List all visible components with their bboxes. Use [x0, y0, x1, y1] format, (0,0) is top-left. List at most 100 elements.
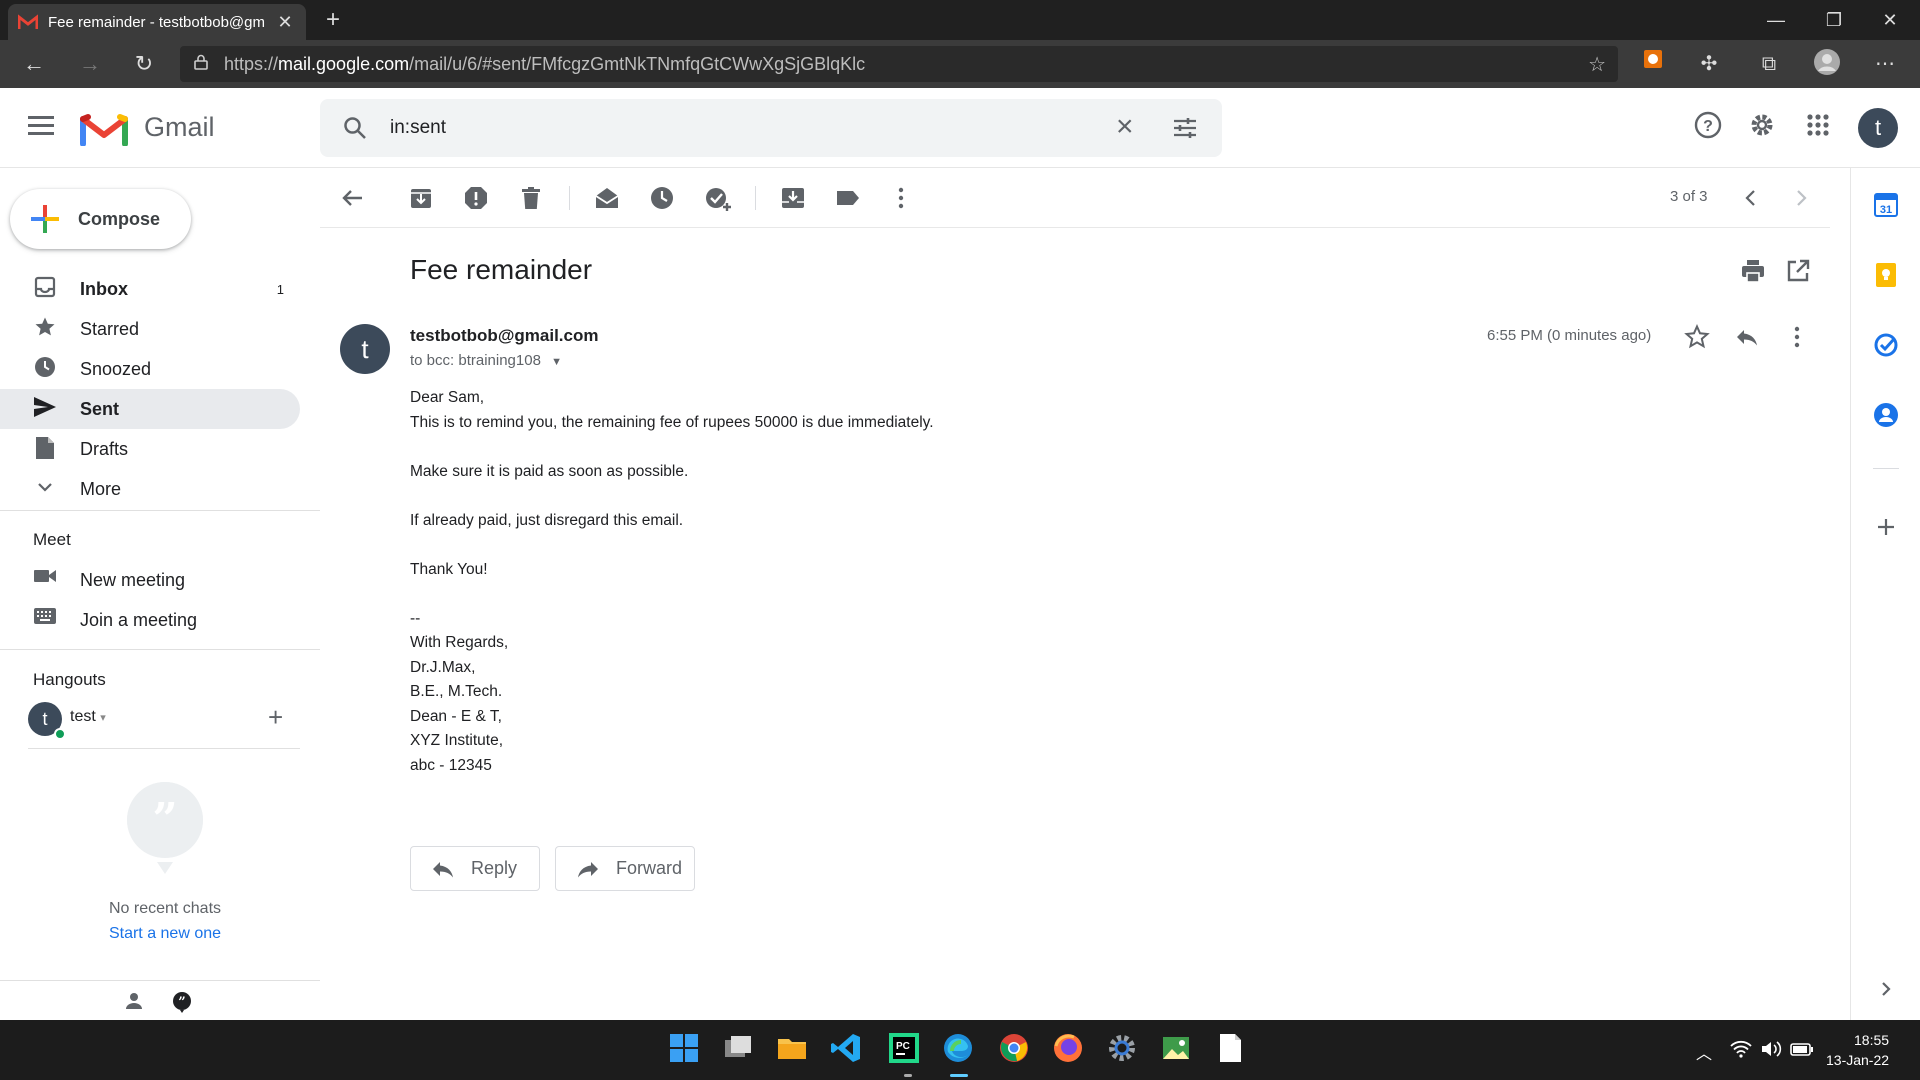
keep-icon[interactable]: [1873, 262, 1899, 288]
newer-chevron-left-icon[interactable]: [1738, 185, 1764, 211]
mark-unread-icon[interactable]: [594, 185, 620, 211]
settings-app-icon[interactable]: [1106, 1032, 1142, 1068]
move-to-icon[interactable]: [780, 185, 806, 211]
tasks-icon[interactable]: [1873, 332, 1899, 358]
recipients-dropdown-icon[interactable]: ▼: [551, 356, 562, 368]
chrome-icon[interactable]: [998, 1032, 1034, 1068]
sender-email[interactable]: testbotbob@gmail.com: [410, 326, 598, 346]
notepad-icon[interactable]: [1214, 1032, 1250, 1068]
windows-taskbar: PC ︿ 18:55 13-Jan-22: [0, 1020, 1920, 1080]
more-options-vertical-icon[interactable]: [888, 185, 914, 211]
start-new-chat-link[interactable]: Start a new one: [0, 925, 330, 943]
label-icon[interactable]: [835, 185, 861, 211]
sidebar-item-drafts[interactable]: Drafts: [0, 429, 300, 469]
close-tab-icon[interactable]: ✕: [274, 12, 296, 33]
taskbar-clock[interactable]: 18:55 13-Jan-22: [1826, 1030, 1889, 1070]
reply-arrow-icon[interactable]: [1734, 324, 1760, 350]
new-chat-plus-icon[interactable]: +: [268, 702, 283, 733]
volume-icon[interactable]: [1760, 1040, 1782, 1063]
gmail-favicon-icon: [17, 13, 39, 30]
pycharm-icon[interactable]: PC: [888, 1032, 924, 1068]
new-tab-button[interactable]: +: [316, 4, 350, 36]
contacts-icon[interactable]: [1873, 402, 1899, 428]
sidebar-item-label: Sent: [80, 398, 120, 419]
collections-icon[interactable]: ⧉: [1752, 48, 1786, 80]
pagination-count: 3 of 3: [1670, 188, 1708, 205]
gmail-logo-icon[interactable]: [80, 110, 128, 147]
sender-avatar[interactable]: t: [340, 324, 390, 374]
task-view-icon[interactable]: [722, 1032, 758, 1068]
search-options-icon[interactable]: [1172, 115, 1198, 141]
archive-icon[interactable]: [408, 185, 434, 211]
hangouts-quote-icon[interactable]: ”: [172, 991, 192, 1018]
url-text: https://mail.google.com/mail/u/6/#sent/F…: [224, 53, 866, 74]
restore-window-icon[interactable]: ❐: [1806, 0, 1862, 40]
edge-browser-icon[interactable]: [942, 1032, 978, 1068]
google-apps-icon[interactable]: [1800, 110, 1836, 146]
search-icon[interactable]: [342, 115, 368, 141]
print-icon[interactable]: [1740, 258, 1766, 284]
search-input[interactable]: [390, 113, 1090, 143]
running-indicator: [904, 1074, 912, 1077]
image-editor-icon[interactable]: [1160, 1032, 1196, 1068]
wifi-icon[interactable]: [1730, 1040, 1752, 1063]
sidebar-item-new-meeting[interactable]: New meeting: [0, 560, 300, 600]
main-menu-icon[interactable]: [28, 116, 54, 136]
hide-side-panel-chevron-icon[interactable]: [1873, 976, 1899, 1002]
browser-tab[interactable]: Fee remainder - testbotbob@gm ✕: [8, 4, 306, 40]
svg-text:”: ”: [152, 794, 177, 845]
star-message-icon[interactable]: [1684, 324, 1710, 350]
contacts-person-icon[interactable]: [124, 991, 144, 1016]
back-icon[interactable]: ←: [16, 46, 52, 82]
sidebar-item-snoozed[interactable]: Snoozed: [0, 349, 300, 389]
clock-icon: [32, 356, 58, 382]
back-to-list-icon[interactable]: [340, 185, 366, 211]
browser-menu-icon[interactable]: ⋯: [1868, 48, 1902, 80]
add-to-tasks-icon[interactable]: [704, 185, 731, 211]
hangouts-user[interactable]: t test ▾ +: [28, 702, 300, 740]
address-bar[interactable]: https://mail.google.com/mail/u/6/#sent/F…: [180, 46, 1618, 82]
file-explorer-icon[interactable]: [776, 1032, 812, 1068]
calendar-icon[interactable]: 31: [1873, 192, 1899, 218]
sidebar-item-more[interactable]: More: [0, 469, 300, 509]
gmail-wordmark[interactable]: Gmail: [144, 112, 215, 143]
open-new-window-icon[interactable]: [1785, 258, 1811, 284]
close-window-icon[interactable]: ✕: [1862, 0, 1918, 40]
recipients-line[interactable]: to bcc: btraining108 ▼: [410, 352, 562, 369]
sidebar-item-sent[interactable]: Sent: [0, 389, 300, 429]
firefox-icon[interactable]: [1052, 1032, 1088, 1068]
forward-icon[interactable]: →: [72, 46, 108, 82]
help-icon[interactable]: ?: [1690, 110, 1726, 146]
older-chevron-right-icon[interactable]: [1788, 185, 1814, 211]
no-recent-chats-text: No recent chats: [108, 900, 222, 917]
clock-date: 13-Jan-22: [1826, 1052, 1890, 1068]
windows-start-icon[interactable]: [668, 1032, 704, 1068]
reply-button[interactable]: Reply: [410, 846, 540, 891]
show-hidden-icons-icon[interactable]: ︿: [1696, 1040, 1712, 1064]
lock-icon: [194, 54, 224, 74]
minimize-window-icon[interactable]: —: [1748, 0, 1804, 40]
extensions-puzzle-icon[interactable]: ✣: [1692, 48, 1726, 80]
forward-button[interactable]: Forward: [555, 846, 695, 891]
add-favorite-icon[interactable]: ☆: [1588, 52, 1606, 77]
sidebar-item-join-meeting[interactable]: Join a meeting: [0, 600, 300, 640]
sidebar-item-inbox[interactable]: Inbox 1: [0, 269, 300, 309]
snooze-clock-icon[interactable]: [649, 185, 675, 211]
compose-button[interactable]: Compose: [10, 189, 191, 249]
account-avatar[interactable]: t: [1858, 108, 1898, 148]
clear-search-icon[interactable]: ×: [1116, 110, 1134, 144]
sidebar-item-label: Join a meeting: [80, 609, 198, 630]
delete-trash-icon[interactable]: [518, 185, 544, 211]
battery-icon[interactable]: [1790, 1040, 1814, 1063]
sidebar-item-starred[interactable]: Starred: [0, 309, 300, 349]
message-more-options-icon[interactable]: [1784, 324, 1810, 350]
side-panel-divider: [1873, 468, 1899, 469]
reload-icon[interactable]: ↻: [126, 46, 162, 82]
get-addons-plus-icon[interactable]: [1873, 514, 1899, 540]
extension-icon[interactable]: [1636, 48, 1670, 80]
profile-icon[interactable]: [1810, 48, 1844, 80]
inbox-icon: [32, 276, 58, 302]
settings-gear-icon[interactable]: [1744, 110, 1780, 146]
vscode-icon[interactable]: [830, 1032, 866, 1068]
report-spam-icon[interactable]: [463, 185, 489, 211]
